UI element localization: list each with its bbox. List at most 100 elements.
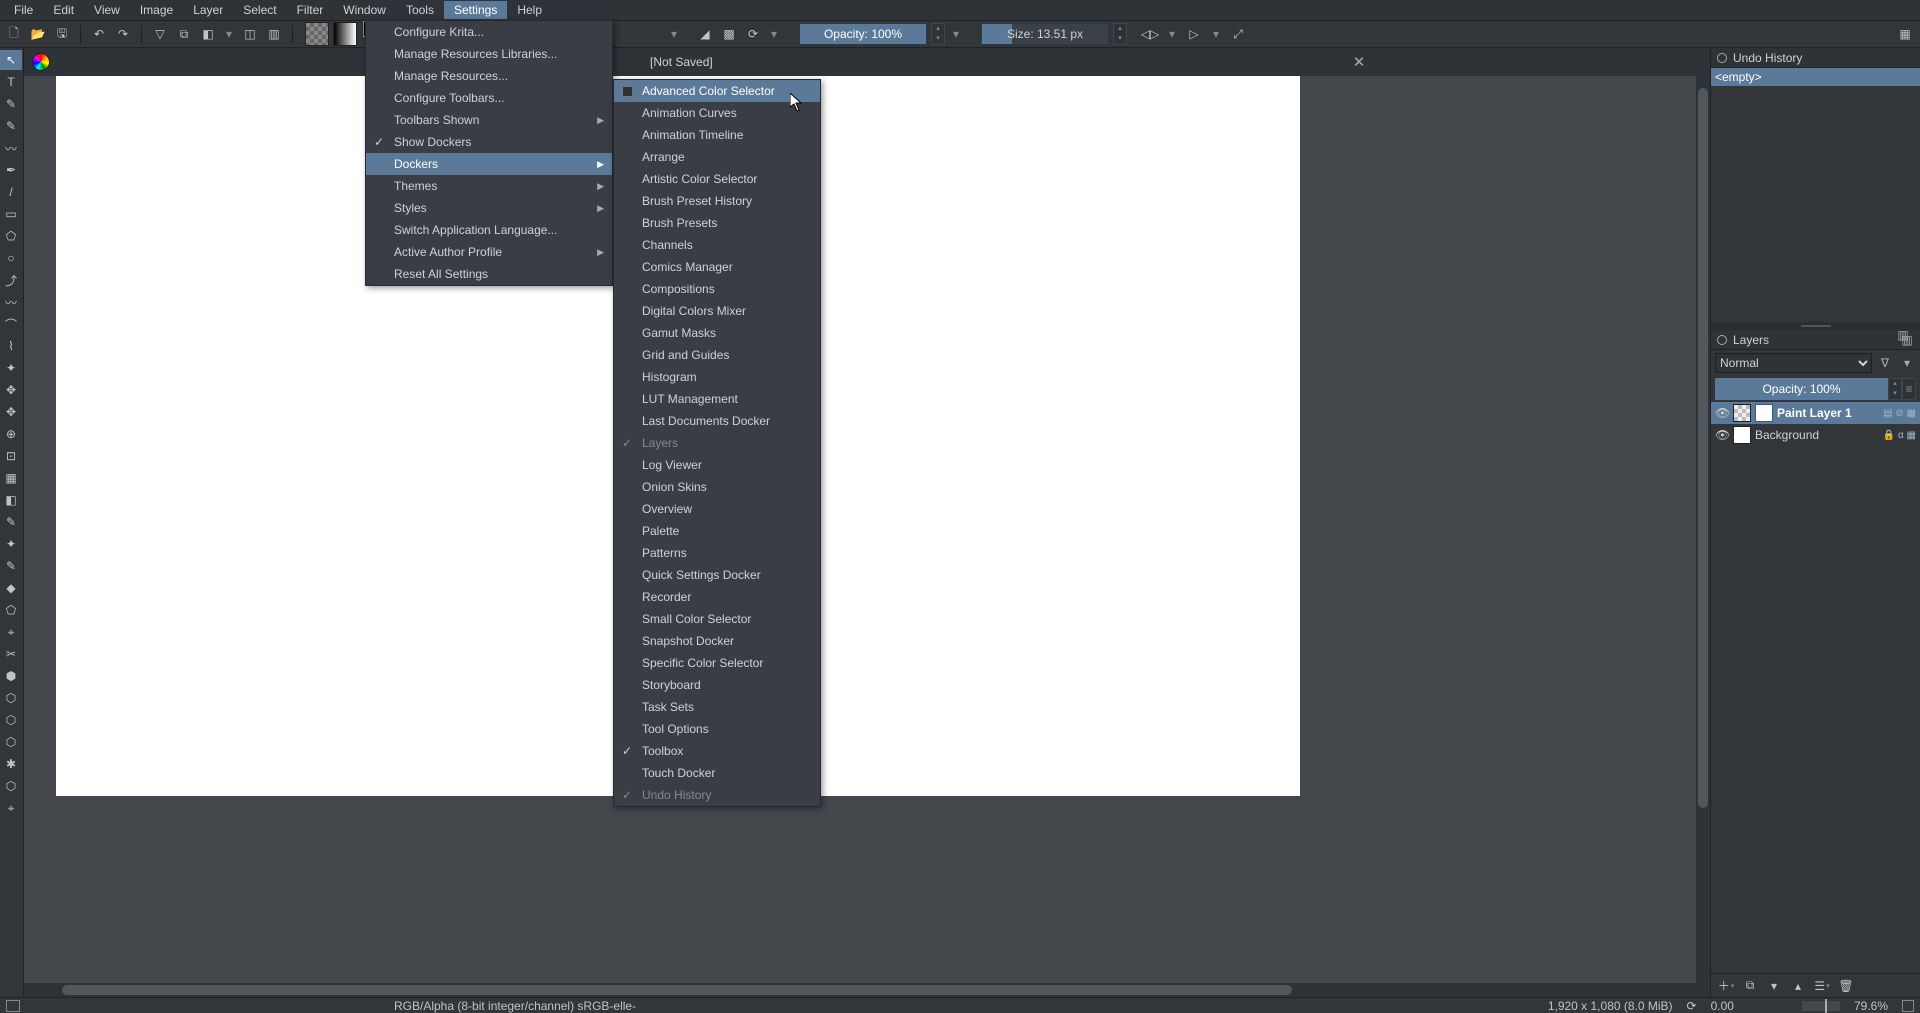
menu-window[interactable]: Window: [333, 1, 396, 19]
edit-shapes-icon[interactable]: ✎: [0, 116, 22, 136]
scroll-thumb[interactable]: [62, 985, 1292, 995]
move-layer-up-icon[interactable]: ▴: [1789, 977, 1807, 995]
panel-drag-handle[interactable]: [1711, 322, 1920, 330]
undo-icon[interactable]: ↶: [89, 24, 109, 44]
docker-item-animation-timeline[interactable]: Animation Timeline: [614, 124, 820, 146]
menu-layer[interactable]: Layer: [183, 1, 233, 19]
transform-icon[interactable]: ✥: [0, 380, 22, 400]
wrap-around-icon[interactable]: ⤢: [1227, 23, 1249, 45]
docker-item-quick-settings-docker[interactable]: Quick Settings Docker: [614, 564, 820, 586]
crop-icon[interactable]: ⊕: [0, 424, 22, 444]
dropdown-arrow-icon[interactable]: ▾: [1165, 23, 1179, 45]
docker-item-artistic-color-selector[interactable]: Artistic Color Selector: [614, 168, 820, 190]
contig-select-icon[interactable]: ✱: [0, 754, 22, 774]
dropdown-arrow-icon[interactable]: ▾: [767, 23, 781, 45]
copy-icon[interactable]: ⧉: [174, 24, 194, 44]
blend-mode-select[interactable]: Normal: [1715, 353, 1872, 373]
save-file-icon[interactable]: 🖫: [52, 24, 72, 44]
gradient-swatch[interactable]: [333, 22, 357, 46]
new-file-icon[interactable]: 🗋: [4, 24, 24, 44]
visibility-icon[interactable]: 👁: [1715, 406, 1729, 420]
float-docker-icon[interactable]: [1717, 335, 1727, 345]
move-icon[interactable]: ✥: [0, 402, 22, 422]
freehand-path-icon[interactable]: ⌒: [0, 314, 22, 334]
docker-item-brush-presets[interactable]: Brush Presets: [614, 212, 820, 234]
opacity-spinner[interactable]: ▴▾: [931, 23, 945, 45]
menu-select[interactable]: Select: [233, 1, 286, 19]
move-tool-icon[interactable]: ↖: [0, 50, 22, 70]
multi-brush-icon[interactable]: ✦: [0, 358, 22, 378]
brush-dropdown-icon[interactable]: ▾: [667, 23, 681, 45]
reference-icon[interactable]: ⬠: [0, 600, 22, 620]
docker-item-arrange[interactable]: Arrange: [614, 146, 820, 168]
size-spinner[interactable]: ▴▾: [1113, 23, 1127, 45]
duplicate-layer-icon[interactable]: ⧉: [1741, 977, 1759, 995]
docker-item-histogram[interactable]: Histogram: [614, 366, 820, 388]
line-icon[interactable]: /: [0, 182, 22, 202]
close-tab-icon[interactable]: ✕: [1353, 53, 1366, 71]
undo-history-header[interactable]: Undo History: [1711, 48, 1920, 68]
bezier-icon[interactable]: ⤴: [0, 270, 22, 290]
filter-layers-icon[interactable]: ∇: [1876, 353, 1894, 373]
layer-opacity-spinner[interactable]: ▴▾: [1888, 378, 1902, 400]
menu-item-dockers[interactable]: Dockers▶: [366, 153, 612, 175]
menu-edit[interactable]: Edit: [43, 1, 84, 19]
smart-patch-icon[interactable]: ✦: [0, 534, 22, 554]
color-picker-icon[interactable]: ✎: [0, 512, 22, 532]
polygon-icon[interactable]: ⬠: [0, 226, 22, 246]
docker-item-snapshot-docker[interactable]: Snapshot Docker: [614, 630, 820, 652]
calligraphy-icon[interactable]: 〰: [0, 138, 22, 158]
docker-item-lut-management[interactable]: LUT Management: [614, 388, 820, 410]
menu-item-active-author-profile[interactable]: Active Author Profile▶: [366, 241, 612, 263]
zoom-icon[interactable]: ✂: [0, 644, 22, 664]
menu-item-toolbars-shown[interactable]: Toolbars Shown▶: [366, 109, 612, 131]
move-layer-down-icon[interactable]: ▾: [1765, 977, 1783, 995]
layer-lock-icons[interactable]: ▤ ⊘ ▦: [1883, 408, 1916, 419]
alpha-lock-icon[interactable]: ▩: [719, 24, 739, 44]
docker-item-comics-manager[interactable]: Comics Manager: [614, 256, 820, 278]
docker-item-gamut-masks[interactable]: Gamut Masks: [614, 322, 820, 344]
undo-history-item[interactable]: <empty>: [1711, 68, 1920, 86]
menu-item-configure-toolbars[interactable]: Configure Toolbars...: [366, 87, 612, 109]
canvas-only-icon[interactable]: [1902, 1000, 1914, 1012]
text-tool-icon[interactable]: T: [0, 72, 22, 92]
menu-view[interactable]: View: [84, 1, 130, 19]
selection-mask-icon[interactable]: [6, 1000, 20, 1012]
eraser-icon[interactable]: ◢: [695, 24, 715, 44]
visibility-icon[interactable]: 👁: [1715, 428, 1729, 442]
document-tab[interactable]: [Not Saved] ✕: [640, 48, 1375, 76]
similar-select-icon[interactable]: ⬡: [0, 776, 22, 796]
flip-icon[interactable]: ◧: [198, 24, 218, 44]
docker-item-grid-and-guides[interactable]: Grid and Guides: [614, 344, 820, 366]
layers-header[interactable]: Layers ▥: [1711, 330, 1920, 350]
docker-item-small-color-selector[interactable]: Small Color Selector: [614, 608, 820, 630]
polyline-icon[interactable]: 〰: [0, 292, 22, 312]
pattern-swatch[interactable]: [305, 22, 329, 46]
menu-item-manage-resources-libraries[interactable]: Manage Resources Libraries...: [366, 43, 612, 65]
rectangle-icon[interactable]: ▭: [0, 204, 22, 224]
menu-image[interactable]: Image: [130, 1, 183, 19]
poly-select-icon[interactable]: ⬡: [0, 710, 22, 730]
menu-tools[interactable]: Tools: [396, 1, 444, 19]
docker-item-task-sets[interactable]: Task Sets: [614, 696, 820, 718]
menu-item-styles[interactable]: Styles▶: [366, 197, 612, 219]
pan-icon[interactable]: ⌖: [0, 622, 22, 642]
workspace-icon[interactable]: ▦: [1894, 23, 1916, 45]
mirror-icon[interactable]: ▥: [264, 24, 284, 44]
pattern-edit-icon[interactable]: ◧: [0, 490, 22, 510]
delete-layer-icon[interactable]: 🗑: [1837, 977, 1855, 995]
horizontal-scrollbar[interactable]: [24, 983, 1710, 997]
size-slider[interactable]: Size: 13.51 px: [981, 23, 1109, 45]
add-layer-icon[interactable]: ＋: [1717, 977, 1735, 995]
docker-item-animation-curves[interactable]: Animation Curves: [614, 102, 820, 124]
menu-filter[interactable]: Filter: [287, 1, 334, 19]
menu-settings[interactable]: Settings: [444, 1, 507, 19]
menu-file[interactable]: File: [4, 1, 43, 19]
layer-row[interactable]: 👁Paint Layer 1▤ ⊘ ▦: [1711, 402, 1920, 424]
docker-item-last-documents-docker[interactable]: Last Documents Docker: [614, 410, 820, 432]
docker-item-tool-options[interactable]: Tool Options: [614, 718, 820, 740]
docker-item-patterns[interactable]: Patterns: [614, 542, 820, 564]
dropdown-arrow-icon[interactable]: ▾: [222, 23, 236, 45]
free-select-icon[interactable]: ⬡: [0, 732, 22, 752]
dropdown-arrow-icon[interactable]: ▾: [949, 23, 963, 45]
